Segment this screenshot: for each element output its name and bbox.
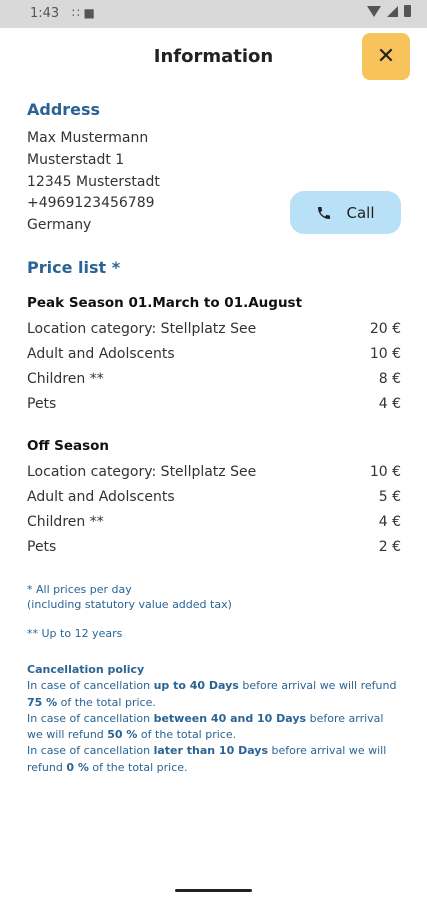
policy-emphasis: 50 % <box>107 728 138 742</box>
status-icons <box>367 5 411 17</box>
footnote-line: * All prices per day <box>27 583 132 596</box>
children-footnote: ** Up to 12 years <box>27 627 123 640</box>
policy-emphasis: 75 % <box>27 695 58 709</box>
address-line: Max Mustermann <box>27 130 149 146</box>
price-footnote: * All prices per day (including statutor… <box>27 582 232 612</box>
policy-text: of the total price. <box>88 760 188 774</box>
off-season-title: Off Season <box>27 438 110 454</box>
cancellation-policy: Cancellation policy In case of cancellat… <box>27 662 397 776</box>
policy-heading: Cancellation policy <box>27 663 145 676</box>
price-label: Pets <box>27 396 57 412</box>
address-line: 12345 Musterstadt <box>27 173 160 190</box>
address-line: +4969123456789 <box>27 195 155 212</box>
close-button[interactable]: ✕ <box>362 33 410 80</box>
close-icon: ✕ <box>376 44 396 69</box>
footnote-line: (including statutory value added tax) <box>27 598 232 611</box>
price-label: Location category: Stellplatz See <box>27 321 257 337</box>
call-label: Call <box>346 203 375 222</box>
address-line: Germany <box>27 217 92 234</box>
price-value: 4 € <box>378 396 401 412</box>
price-row: Pets 2 € <box>27 539 401 555</box>
price-row: Location category: Stellplatz See 10 € <box>27 464 401 480</box>
signal-icon <box>387 5 398 17</box>
price-label: Children ** <box>27 514 104 530</box>
policy-emphasis: up to 40 Days <box>153 679 239 693</box>
policy-text: before arrival we will refund <box>238 679 397 693</box>
price-value: 20 € <box>369 321 401 337</box>
address-block: Max Mustermann Musterstadt 1 12345 Muste… <box>27 128 160 237</box>
price-value: 10 € <box>369 464 401 480</box>
wifi-icon <box>367 5 381 17</box>
price-value: 2 € <box>378 539 401 555</box>
address-line: Musterstadt 1 <box>27 151 125 168</box>
price-label: Children ** <box>27 371 104 387</box>
call-button[interactable]: Call <box>290 191 401 234</box>
policy-paragraph: In case of cancellation between 40 and 1… <box>27 711 397 744</box>
price-value: 4 € <box>378 514 401 530</box>
price-list-heading: Price list * <box>27 258 121 277</box>
price-label: Adult and Adolscents <box>27 346 175 362</box>
status-time: 1:43 <box>30 6 60 21</box>
policy-text: of the total price. <box>57 695 156 709</box>
home-indicator[interactable] <box>175 889 252 892</box>
policy-emphasis: later than 10 Days <box>153 744 269 758</box>
status-bar: 1:43 ∷ ■ <box>0 0 427 28</box>
policy-emphasis: 0 % <box>66 760 89 774</box>
price-row: Location category: Stellplatz See 20 € <box>27 321 401 337</box>
price-row: Children ** 4 € <box>27 514 401 530</box>
policy-emphasis: between 40 and 10 Days <box>153 711 307 725</box>
price-row: Adult and Adolscents 10 € <box>27 346 401 362</box>
price-row: Children ** 8 € <box>27 371 401 387</box>
price-label: Location category: Stellplatz See <box>27 464 257 480</box>
price-value: 10 € <box>369 346 401 362</box>
policy-text: of the total price. <box>137 728 237 742</box>
price-label: Adult and Adolscents <box>27 489 175 505</box>
notification-icons: ∷ ■ <box>72 6 95 20</box>
policy-text: In case of cancellation <box>27 711 154 725</box>
policy-text: In case of cancellation <box>27 744 154 758</box>
price-row: Adult and Adolscents 5 € <box>27 489 401 505</box>
price-value: 8 € <box>378 371 401 387</box>
phone-icon <box>318 206 331 219</box>
policy-text: In case of cancellation <box>27 679 154 693</box>
price-label: Pets <box>27 539 57 555</box>
policy-paragraph: In case of cancellation up to 40 Days be… <box>27 678 397 711</box>
policy-paragraph: In case of cancellation later than 10 Da… <box>27 743 397 776</box>
price-value: 5 € <box>378 489 401 505</box>
peak-season-title: Peak Season 01.March to 01.August <box>27 295 303 311</box>
address-heading: Address <box>27 100 101 119</box>
battery-icon <box>404 5 411 17</box>
price-row: Pets 4 € <box>27 396 401 412</box>
